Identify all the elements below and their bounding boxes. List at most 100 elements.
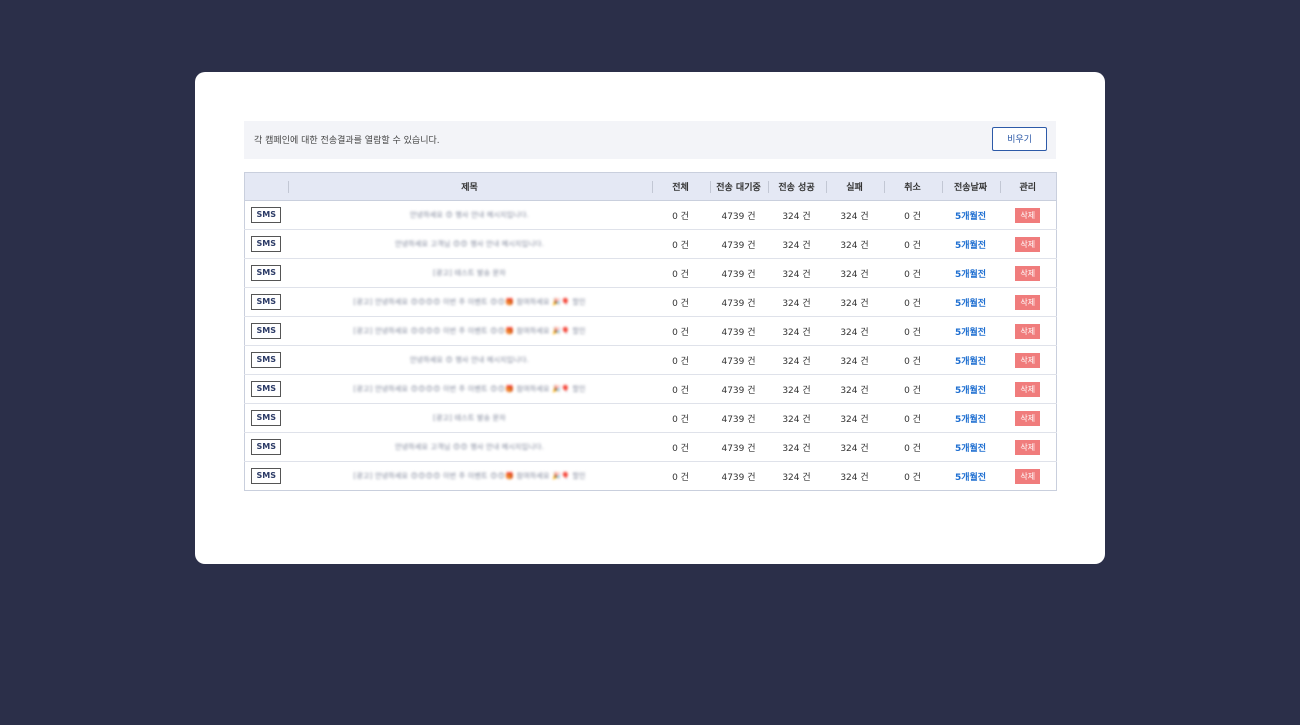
- manage-cell: 삭제: [1000, 462, 1057, 491]
- success-cell: 324 건: [767, 258, 826, 288]
- notice-text: 각 캠페인에 대한 전송결과를 열람할 수 있습니다.: [254, 136, 440, 146]
- sent-date-link[interactable]: 5개월전: [955, 299, 986, 309]
- title-cell[interactable]: [광고] 안녕하세요 😊😊😊😊 이번 주 이벤트 😊😊🎁 참여하세요 🎉🎈 할인: [288, 462, 652, 491]
- delete-button[interactable]: 삭제: [1015, 381, 1041, 397]
- col-header-success: 전송 성공: [767, 172, 826, 201]
- title-cell[interactable]: [광고] 안녕하세요 😊😊😊😊 이번 주 이벤트 😊😊🎁 참여하세요 🎉🎈 할인: [287, 316, 652, 346]
- delete-button[interactable]: 삭제: [1015, 207, 1041, 223]
- col-header-title: 제목: [287, 172, 652, 201]
- delete-button[interactable]: 삭제: [1015, 265, 1041, 281]
- pending-cell: 4739 건: [709, 403, 768, 433]
- sms-badge: SMS: [251, 265, 282, 281]
- date-cell: 5개월전: [941, 258, 1000, 288]
- sms-badge: SMS: [251, 352, 282, 368]
- table-row[interactable]: SMS [광고] 테스트 발송 문자 0 건 4739 건 324 건 324 건0 건5…: [244, 258, 1057, 288]
- date-cell: 5개월전: [942, 462, 1000, 491]
- campaign-title[interactable]: 안녕하세요 😊 행사 안내 메시지입니다.: [410, 210, 529, 220]
- sent-date-link[interactable]: 5개월전: [955, 357, 986, 367]
- type-cell: SMS: [244, 345, 288, 375]
- sent-date-link[interactable]: 5개월전: [955, 444, 986, 454]
- title-cell[interactable]: [광고] 안녕하세요 😊😊😊😊 이번 주 이벤트 😊😊🎁 참여하세요 🎉🎈 할인: [287, 374, 652, 404]
- delete-button[interactable]: 삭제: [1015, 352, 1041, 368]
- campaign-title[interactable]: [광고] 안녕하세요 😊😊😊😊 이번 주 이벤트 😊😊🎁 참여하세요 🎉🎈 할인: [353, 326, 585, 336]
- sent-date-link[interactable]: 5개월전: [955, 270, 986, 280]
- campaign-title[interactable]: [광고] 안녕하세요 😊😊😊😊 이번 주 이벤트 😊😊🎁 참여하세요 🎉🎈 할인: [353, 297, 585, 307]
- delete-button[interactable]: 삭제: [1015, 323, 1041, 339]
- cancel-cell: 0 건: [904, 472, 921, 483]
- campaign-title[interactable]: 안녕하세요 고객님 😊😊 행사 안내 메시지입니다.: [395, 442, 544, 452]
- table-row[interactable]: SMS [광고] 안녕하세요 😊😊😊😊 이번 주 이벤트 😊😊🎁 참여하세요 🎉🎈…: [244, 316, 1057, 346]
- table-row[interactable]: SMS [광고] 안녕하세요 😊😊😊😊 이번 주 이벤트 😊😊🎁 참여하세요 🎉🎈…: [244, 374, 1057, 404]
- campaign-title[interactable]: 안녕하세요 😊 행사 안내 메시지입니다.: [410, 355, 529, 365]
- type-cell: SMS: [244, 403, 288, 433]
- table-row[interactable]: SMS 안녕하세요 고객님 😊😊 행사 안내 메시지입니다. 0 건 4739 건 32…: [244, 229, 1057, 259]
- fail-cell: 324 건: [825, 287, 884, 317]
- cancel-cell: 0 건: [883, 287, 942, 317]
- campaign-results-table: 제목 전체 전송 대기중 전송 성공 실패 취소 전송날짜 관리 SMS 안녕하세…: [244, 172, 1057, 491]
- campaign-title[interactable]: 안녕하세요 고객님 😊😊 행사 안내 메시지입니다.: [395, 239, 544, 249]
- sent-date-link[interactable]: 5개월전: [955, 415, 986, 425]
- pending-cell: 4739 건: [721, 472, 756, 483]
- date-cell: 5개월전: [941, 432, 1000, 462]
- sms-badge: SMS: [251, 468, 282, 484]
- total-cell: 0 건: [651, 287, 710, 317]
- pending-cell: 4739 건: [709, 229, 768, 259]
- title-cell[interactable]: [광고] 안녕하세요 😊😊😊😊 이번 주 이벤트 😊😊🎁 참여하세요 🎉🎈 할인: [287, 287, 652, 317]
- success-cell: 324 건: [767, 403, 826, 433]
- campaign-title[interactable]: [광고] 테스트 발송 문자: [433, 268, 506, 278]
- cancel-cell: 0 건: [883, 229, 942, 259]
- manage-cell: 삭제: [999, 229, 1057, 259]
- sent-date-link[interactable]: 5개월전: [955, 328, 986, 338]
- cancel-cell: 0 건: [883, 345, 942, 375]
- delete-button[interactable]: 삭제: [1015, 294, 1041, 310]
- sms-badge: SMS: [251, 439, 282, 455]
- cancel-cell: 0 건: [883, 374, 942, 404]
- table-row[interactable]: SMS 안녕하세요 😊 행사 안내 메시지입니다. 0 건 4739 건 324 건 32…: [244, 200, 1057, 230]
- title-cell[interactable]: [광고] 테스트 발송 문자: [287, 403, 652, 433]
- col-header-total: 전체: [651, 172, 710, 201]
- clear-button[interactable]: 비우기: [992, 127, 1047, 151]
- success-cell: 324 건: [767, 374, 826, 404]
- total-cell: 0 건: [651, 200, 710, 230]
- manage-cell: 삭제: [999, 403, 1057, 433]
- delete-button[interactable]: 삭제: [1015, 410, 1041, 426]
- campaign-results-panel: 각 캠페인에 대한 전송결과를 열람할 수 있습니다. 비우기 제목 전체 전송…: [195, 72, 1105, 564]
- table-row[interactable]: SMS 안녕하세요 고객님 😊😊 행사 안내 메시지입니다. 0 건 4739 건 32…: [244, 432, 1057, 462]
- success-cell: 324 건: [767, 432, 826, 462]
- delete-button[interactable]: 삭제: [1015, 439, 1041, 455]
- total-cell: 0 건: [651, 374, 710, 404]
- delete-button[interactable]: 삭제: [1015, 468, 1041, 484]
- delete-button[interactable]: 삭제: [1015, 236, 1041, 252]
- cancel-cell: 0 건: [883, 316, 942, 346]
- table-row[interactable]: SMS 안녕하세요 😊 행사 안내 메시지입니다. 0 건 4739 건 324 건 32…: [244, 345, 1057, 375]
- total-cell: 0 건: [651, 229, 710, 259]
- title-cell[interactable]: [광고] 테스트 발송 문자: [287, 258, 652, 288]
- type-cell: SMS: [245, 462, 288, 491]
- fail-cell: 324 건: [825, 200, 884, 230]
- title-cell[interactable]: 안녕하세요 😊 행사 안내 메시지입니다.: [287, 200, 652, 230]
- campaign-title[interactable]: [광고] 안녕하세요 😊😊😊😊 이번 주 이벤트 😊😊🎁 참여하세요 🎉🎈 할인: [353, 384, 585, 394]
- pending-cell: 4739 건: [709, 374, 768, 404]
- campaign-title[interactable]: [광고] 안녕하세요 😊😊😊😊 이번 주 이벤트 😊😊🎁 참여하세요 🎉🎈 할인: [353, 471, 585, 481]
- col-header-pending: 전송 대기중: [709, 172, 768, 201]
- sent-date-link[interactable]: 5개월전: [955, 386, 986, 396]
- fail-cell: 324 건: [825, 258, 884, 288]
- sms-badge: SMS: [251, 294, 282, 310]
- manage-cell: 삭제: [999, 200, 1057, 230]
- date-cell: 5개월전: [941, 403, 1000, 433]
- success-cell: 324 건: [767, 200, 826, 230]
- title-cell[interactable]: 안녕하세요 고객님 😊😊 행사 안내 메시지입니다.: [287, 229, 652, 259]
- table-row[interactable]: SMS [광고] 안녕하세요 😊😊😊😊 이번 주 이벤트 😊😊🎁 참여하세요 🎉🎈…: [245, 462, 1057, 491]
- title-cell[interactable]: 안녕하세요 고객님 😊😊 행사 안내 메시지입니다.: [287, 432, 652, 462]
- table-row[interactable]: SMS [광고] 테스트 발송 문자 0 건 4739 건 324 건 324 건0 건5…: [244, 403, 1057, 433]
- sent-date-link[interactable]: 5개월전: [955, 241, 986, 251]
- sms-badge: SMS: [251, 236, 282, 252]
- total-cell: 0 건: [651, 316, 710, 346]
- sent-date-link[interactable]: 5개월전: [955, 473, 986, 483]
- fail-cell: 324 건: [825, 316, 884, 346]
- sent-date-link[interactable]: 5개월전: [955, 212, 986, 222]
- pending-cell: 4739 건: [709, 287, 768, 317]
- title-cell[interactable]: 안녕하세요 😊 행사 안내 메시지입니다.: [287, 345, 652, 375]
- table-row[interactable]: SMS [광고] 안녕하세요 😊😊😊😊 이번 주 이벤트 😊😊🎁 참여하세요 🎉🎈…: [244, 287, 1057, 317]
- campaign-title[interactable]: [광고] 테스트 발송 문자: [433, 413, 506, 423]
